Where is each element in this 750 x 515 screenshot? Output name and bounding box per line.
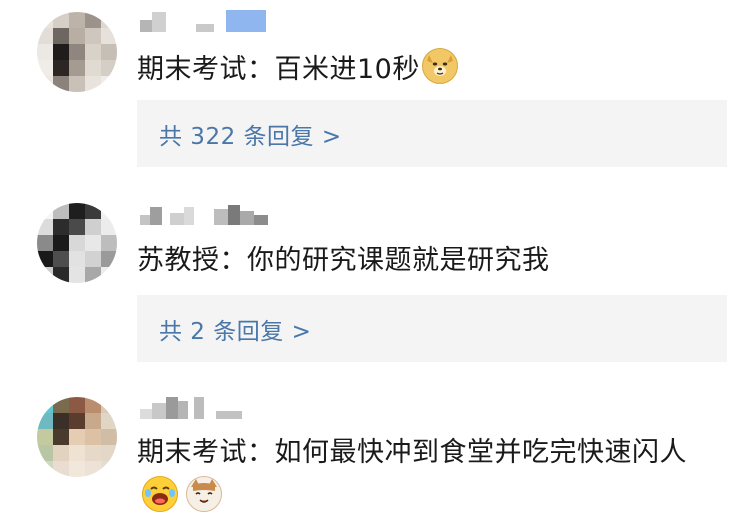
comment-text-content: 期末考试：如何最快冲到食堂并吃完快速闪人 [137, 437, 687, 468]
comment-text-content: 苏教授：你的研究课题就是研究我 [137, 245, 550, 276]
username-blurred[interactable] [140, 397, 242, 419]
avatar[interactable] [37, 203, 117, 283]
doge-face-icon [421, 48, 458, 84]
username-blurred[interactable] [140, 203, 268, 225]
comment-text-content: 期末考试：百米进10秒 [137, 54, 420, 85]
comment-text: 期末考试：百米进10秒 [137, 48, 458, 88]
avatar[interactable] [37, 12, 117, 92]
view-replies-button[interactable]: 共 322 条回复 > [137, 100, 727, 167]
reply-count-label: 共 322 条回复 > [159, 123, 342, 150]
laughing-face-icon [142, 476, 178, 512]
comment-text: 期末考试：如何最快冲到食堂并吃完快速闪人 [137, 435, 687, 471]
reply-count-label: 共 2 条回复 > [159, 318, 312, 345]
comment-text: 苏教授：你的研究课题就是研究我 [137, 243, 550, 279]
view-replies-button[interactable]: 共 2 条回复 > [137, 295, 727, 362]
avatar[interactable] [37, 397, 117, 477]
emoji-row [140, 476, 222, 512]
username-blurred[interactable] [140, 10, 266, 32]
cat-face-icon [186, 476, 222, 512]
